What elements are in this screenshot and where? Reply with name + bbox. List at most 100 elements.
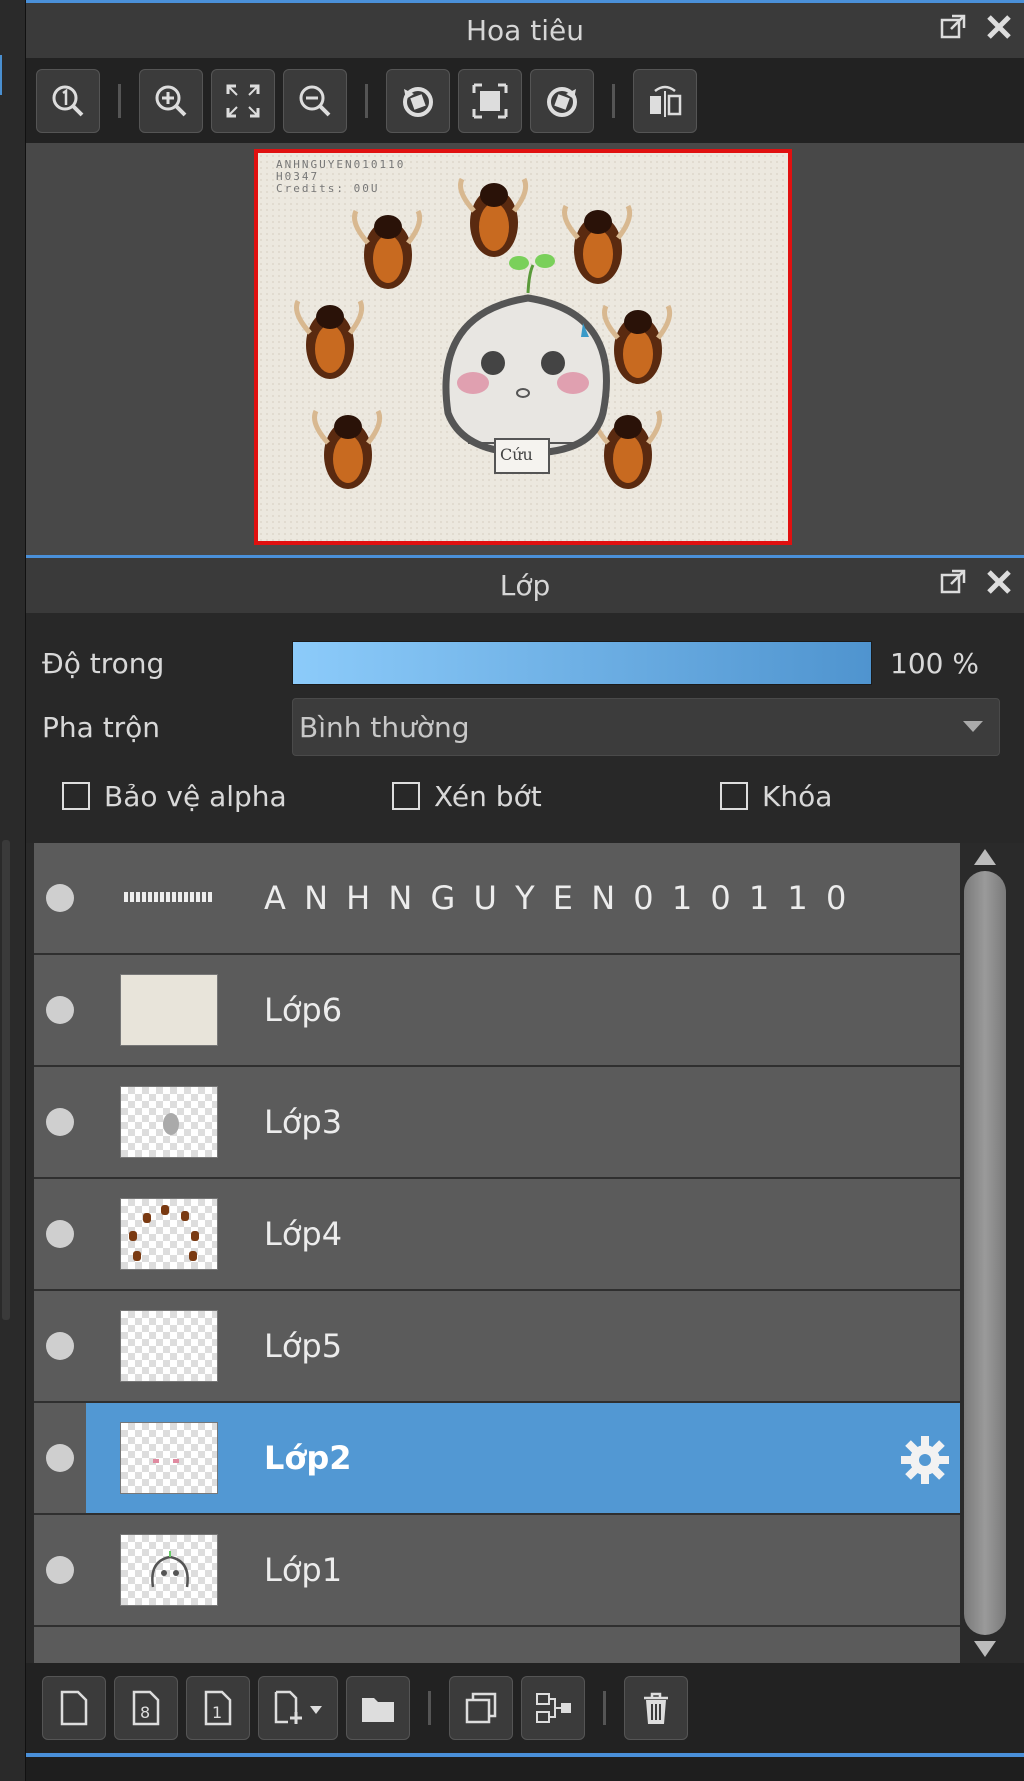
layer-list-container: A N H N G U Y E N 0 1 0 1 1 0 Lớp6 Lớp3 [26,843,1024,1663]
reset-rotation-button[interactable] [458,68,522,133]
layer-name: A N H N G U Y E N 0 1 0 1 1 0 [264,879,851,917]
beetle-image [458,177,529,257]
folder-icon [362,1698,394,1722]
layer-thumbnail [120,974,218,1046]
layer-name: Lớp4 [264,1215,343,1253]
visibility-icon[interactable] [46,1108,74,1136]
layer-thumbnail [120,1534,218,1606]
opacity-slider[interactable] [292,641,872,685]
rotate-right-button[interactable] [530,68,594,133]
rotate-left-button[interactable] [386,68,450,133]
zoom-actual-button[interactable] [36,68,100,133]
visibility-icon[interactable] [46,1444,74,1472]
layers-panel: Lớp Độ trong 100 % Pha trộn Bình thường [26,555,1024,1757]
popout-icon[interactable] [938,13,968,43]
duplicate-layer-button[interactable] [449,1676,513,1740]
add-layer-menu-button[interactable] [258,1676,338,1740]
visibility-icon[interactable] [46,1556,74,1584]
merge-layer-button[interactable] [521,1676,585,1740]
new-layer-button[interactable] [42,1676,106,1740]
zoom-out-icon [299,85,331,116]
navigator-title: Hoa tiêu [466,14,584,47]
canvas-preview[interactable]: ANHNGUYEN010110 H0347 Credits: 00U Cứu [254,149,792,545]
add-layer-icon [274,1690,322,1724]
layer-row[interactable]: Lớp3 [34,1067,960,1179]
new-folder-button[interactable] [346,1676,410,1740]
layer-row[interactable]: Lớp5 [34,1291,960,1403]
navigator-preview-area[interactable]: ANHNGUYEN010110 H0347 Credits: 00U Cứu [26,143,1024,555]
navigator-panel: Hoa tiêu ANHNGUYEN010110 H0347 Credits: … [26,0,1024,555]
protect-alpha-checkbox[interactable]: Bảo vệ alpha [62,780,392,813]
layer-row[interactable]: A N H N G U Y E N 0 1 0 1 1 0 [34,843,960,955]
close-icon[interactable] [984,568,1014,598]
layer-row-selected[interactable]: Lớp2 [34,1403,960,1515]
layer-name: Lớp2 [264,1439,352,1477]
rotate-right-icon [547,86,577,117]
navigator-titlebar: Hoa tiêu [26,0,1024,58]
visibility-icon[interactable] [46,1220,74,1248]
beetle-image [294,299,365,379]
chevron-down-icon [963,721,983,732]
layers-titlebar: Lớp [26,555,1024,613]
layer-thumbnail [120,862,218,934]
navigator-toolbar [26,58,1024,143]
layer-name: Lớp5 [264,1327,343,1365]
new-1bit-layer-button[interactable]: 1 [186,1676,250,1740]
blend-mode-label: Pha trộn [42,710,161,744]
layer-row-partial [34,1627,960,1663]
layer-row[interactable]: Lớp6 [34,955,960,1067]
visibility-icon[interactable] [46,884,74,912]
layer-list-scrollbar[interactable] [960,843,1010,1663]
visibility-icon[interactable] [46,1332,74,1360]
layer-thumbnail [120,1422,218,1494]
reset-view-icon [472,83,508,118]
duplicate-icon [465,1692,497,1724]
layer-list: A N H N G U Y E N 0 1 0 1 1 0 Lớp6 Lớp3 [34,843,960,1663]
checkbox-box [392,782,420,810]
trash-icon [644,1692,668,1724]
popout-icon[interactable] [938,568,968,598]
opacity-label: Độ trong [42,646,165,680]
lock-checkbox[interactable]: Khóa [720,780,832,813]
zoom-in-button[interactable] [139,68,203,133]
preview-watermark-text: ANHNGUYEN010110 H0347 Credits: 00U [276,158,406,195]
gear-icon[interactable] [898,1433,952,1487]
beetle-image [352,209,423,289]
fit-icon [226,84,260,117]
delete-layer-button[interactable] [624,1676,688,1740]
blend-mode-value: Bình thường [299,710,470,744]
rotate-left-icon [403,86,433,117]
close-icon[interactable] [984,13,1014,43]
layer-properties: Độ trong 100 % Pha trộn Bình thường Bảo … [26,613,1024,843]
zoom-out-button[interactable] [283,68,347,133]
fit-window-button[interactable] [211,68,275,133]
layer-name: Lớp1 [264,1551,343,1589]
flip-horizontal-button[interactable] [633,68,697,133]
merge-icon [536,1693,571,1723]
scrollbar-thumb[interactable] [964,871,1006,1635]
layer-row[interactable]: Lớp4 [34,1179,960,1291]
layer-name: Lớp6 [264,991,343,1029]
layer-thumbnail [120,1198,218,1270]
checkbox-box [720,782,748,810]
new-page-icon [60,1690,88,1726]
layers-title: Lớp [499,569,551,602]
clip-checkbox[interactable]: Xén bớt [392,780,720,813]
checkbox-box [62,782,90,810]
scroll-down-icon[interactable] [974,1641,996,1657]
zoom-in-icon [155,85,187,116]
svg-text:1: 1 [212,1703,222,1722]
blend-mode-select[interactable]: Bình thường [292,698,1000,756]
svg-text:8: 8 [140,1703,150,1722]
layer-row[interactable]: Lớp1 [34,1515,960,1627]
ghost-sign-text: Cứu [500,445,533,464]
opacity-value: 100 % [890,646,979,680]
flip-icon [650,85,682,117]
layer-thumbnail [120,1086,218,1158]
layer-name: Lớp3 [264,1103,343,1141]
scroll-up-icon[interactable] [974,849,996,865]
layer-actions-toolbar: 8 1 [26,1663,1024,1753]
new-8bit-layer-button[interactable]: 8 [114,1676,178,1740]
visibility-icon[interactable] [46,996,74,1024]
zoom-100-icon [52,85,84,116]
